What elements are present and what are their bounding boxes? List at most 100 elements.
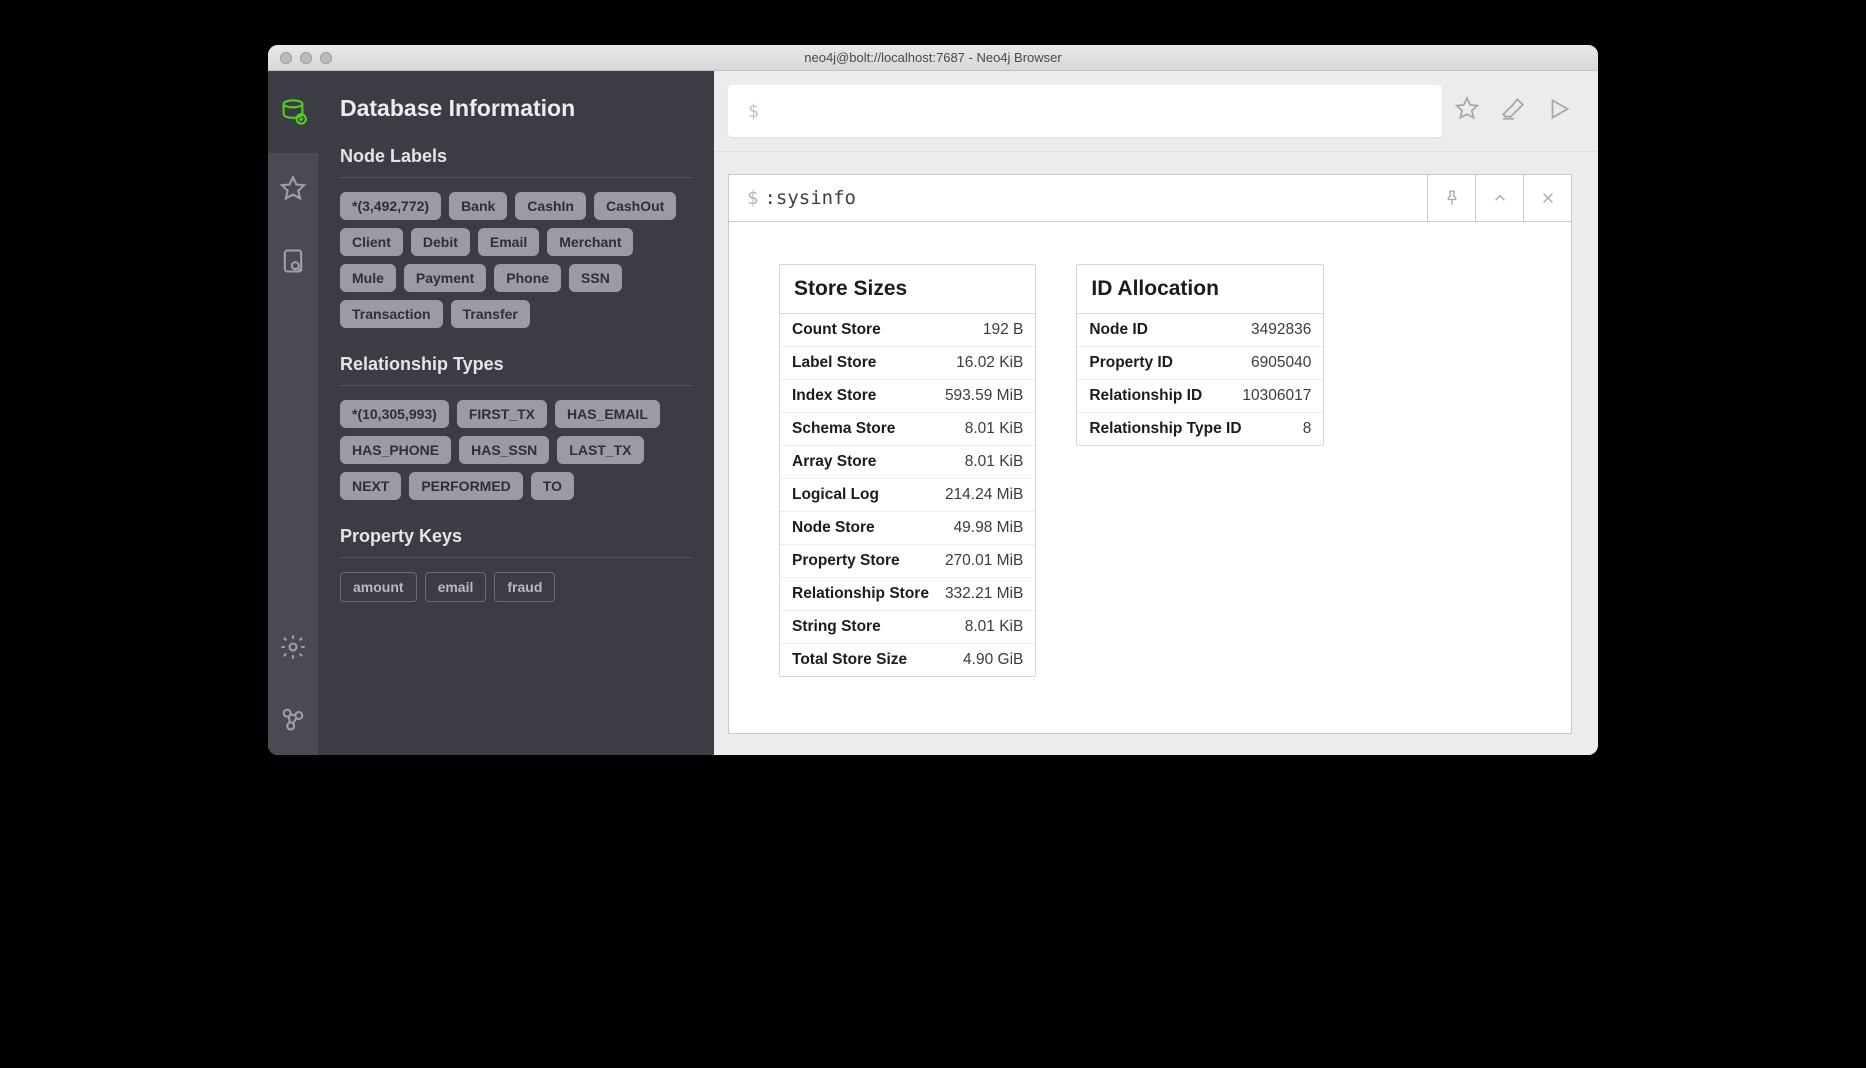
row-value: 8.01 KiB bbox=[959, 413, 1036, 445]
gear-icon bbox=[279, 633, 307, 661]
section-property-keys: Property Keys amount emailfraud bbox=[340, 526, 692, 602]
row-value: 49.98 MiB bbox=[948, 512, 1036, 544]
result-card: $ :sysinfo bbox=[728, 174, 1572, 734]
row-key: Relationship Type ID bbox=[1077, 413, 1296, 445]
section-heading: Property Keys bbox=[340, 526, 692, 547]
section-node-labels: Node Labels *(3,492,772) Bank CashIn CashOu… bbox=[340, 146, 692, 328]
row-key: Node Store bbox=[780, 512, 948, 544]
prompt-symbol: $ bbox=[747, 187, 758, 209]
node-label-pill[interactable]: CashIn bbox=[515, 192, 586, 220]
command-text: :sysinfo bbox=[764, 187, 856, 209]
table-row: Total Store Size4.90 GiB bbox=[780, 644, 1035, 676]
rel-type-pill[interactable]: TO bbox=[531, 472, 574, 500]
collapse-button[interactable] bbox=[1475, 175, 1523, 221]
node-label-pill[interactable]: Mule bbox=[340, 264, 396, 292]
node-labels-pills: *(3,492,772) Bank CashIn CashOut Client Debit… bbox=[340, 192, 692, 328]
rel-type-pill[interactable]: LAST_TX bbox=[557, 436, 643, 464]
rel-type-pill[interactable]: HAS_EMAIL bbox=[555, 400, 660, 428]
nav-settings[interactable] bbox=[268, 611, 318, 683]
row-key: Property Store bbox=[780, 545, 939, 577]
nav-favorites[interactable] bbox=[268, 153, 318, 225]
row-value: 8.01 KiB bbox=[959, 446, 1036, 478]
row-key: Logical Log bbox=[780, 479, 939, 511]
result-command: $ :sysinfo bbox=[729, 175, 1427, 221]
row-value: 332.21 MiB bbox=[939, 578, 1035, 610]
section-heading: Node Labels bbox=[340, 146, 692, 167]
node-label-pill[interactable]: SSN bbox=[569, 264, 622, 292]
row-value: 214.24 MiB bbox=[939, 479, 1035, 511]
row-key: Total Store Size bbox=[780, 644, 957, 676]
play-icon bbox=[1546, 96, 1572, 122]
node-label-pill[interactable]: Bank bbox=[449, 192, 507, 220]
pin-button[interactable] bbox=[1427, 175, 1475, 221]
table-row: Array Store8.01 KiB bbox=[780, 446, 1035, 479]
run-button[interactable] bbox=[1546, 96, 1572, 127]
rel-type-pill[interactable]: HAS_SSN bbox=[459, 436, 549, 464]
table-heading: Store Sizes bbox=[780, 265, 1035, 314]
node-label-pill[interactable]: Transaction bbox=[340, 300, 443, 328]
row-key: Schema Store bbox=[780, 413, 959, 445]
eraser-icon bbox=[1500, 96, 1526, 122]
node-label-pill[interactable]: Email bbox=[478, 228, 539, 256]
icon-sidebar bbox=[268, 71, 318, 755]
table-row: Property ID6905040 bbox=[1077, 347, 1323, 380]
row-key: Index Store bbox=[780, 380, 939, 412]
row-key: Property ID bbox=[1077, 347, 1245, 379]
row-value: 6905040 bbox=[1245, 347, 1323, 379]
row-key: Node ID bbox=[1077, 314, 1245, 346]
result-card-body: Store Sizes Count Store192 BLabel Store1… bbox=[729, 222, 1571, 733]
row-key: String Store bbox=[780, 611, 959, 643]
row-value: 270.01 MiB bbox=[939, 545, 1035, 577]
result-card-header: $ :sysinfo bbox=[729, 175, 1571, 222]
row-key: Relationship ID bbox=[1077, 380, 1236, 412]
chevron-up-icon bbox=[1491, 189, 1509, 207]
rel-type-pill[interactable]: FIRST_TX bbox=[457, 400, 547, 428]
titlebar: neo4j@bolt://localhost:7687 - Neo4j Brow… bbox=[268, 45, 1598, 71]
window-title: neo4j@bolt://localhost:7687 - Neo4j Brow… bbox=[268, 50, 1598, 65]
row-value: 8 bbox=[1297, 413, 1324, 445]
property-key-pill[interactable]: fraud bbox=[494, 572, 555, 602]
node-label-pill[interactable]: Payment bbox=[404, 264, 486, 292]
rel-type-pill[interactable]: *(10,305,993) bbox=[340, 400, 449, 428]
favorite-button[interactable] bbox=[1454, 96, 1480, 127]
node-label-pill[interactable]: Client bbox=[340, 228, 403, 256]
node-label-pill[interactable]: CashOut bbox=[594, 192, 676, 220]
main-area: $ $:sy bbox=[714, 71, 1598, 755]
table-row: Schema Store8.01 KiB bbox=[780, 413, 1035, 446]
row-value: 593.59 MiB bbox=[939, 380, 1035, 412]
star-icon bbox=[1454, 96, 1480, 122]
document-search-icon bbox=[279, 247, 307, 275]
table-row: Property Store270.01 MiB bbox=[780, 545, 1035, 578]
row-key: Array Store bbox=[780, 446, 959, 478]
nav-documents[interactable] bbox=[268, 225, 318, 297]
cypher-editor[interactable]: $ bbox=[728, 85, 1442, 137]
app-window: neo4j@bolt://localhost:7687 - Neo4j Brow… bbox=[268, 45, 1598, 755]
rel-type-pill[interactable]: PERFORMED bbox=[409, 472, 522, 500]
nav-database[interactable] bbox=[268, 71, 318, 153]
rel-type-pill[interactable]: HAS_PHONE bbox=[340, 436, 451, 464]
graph-icon bbox=[279, 705, 307, 733]
nav-about[interactable] bbox=[268, 683, 318, 755]
node-label-pill[interactable]: Transfer bbox=[451, 300, 530, 328]
editor-prompt: $ bbox=[748, 101, 759, 122]
property-key-pill[interactable]: amount bbox=[340, 572, 417, 602]
property-key-pill[interactable]: email bbox=[425, 572, 487, 602]
results-area: $ :sysinfo bbox=[714, 152, 1598, 755]
table-row: Node ID3492836 bbox=[1077, 314, 1323, 347]
table-heading: ID Allocation bbox=[1077, 265, 1323, 314]
row-value: 3492836 bbox=[1245, 314, 1323, 346]
close-button[interactable] bbox=[1523, 175, 1571, 221]
node-label-pill[interactable]: Phone bbox=[494, 264, 561, 292]
row-key: Count Store bbox=[780, 314, 977, 346]
section-heading: Relationship Types bbox=[340, 354, 692, 375]
node-label-pill[interactable]: *(3,492,772) bbox=[340, 192, 441, 220]
node-label-pill[interactable]: Merchant bbox=[547, 228, 633, 256]
rel-type-pill[interactable]: NEXT bbox=[340, 472, 401, 500]
node-label-pill[interactable]: Debit bbox=[411, 228, 470, 256]
pin-icon bbox=[1443, 189, 1461, 207]
row-value: 4.90 GiB bbox=[957, 644, 1035, 676]
table-row: String Store8.01 KiB bbox=[780, 611, 1035, 644]
table-row: Logical Log214.24 MiB bbox=[780, 479, 1035, 512]
table-row: Relationship Type ID8 bbox=[1077, 413, 1323, 445]
clear-button[interactable] bbox=[1500, 96, 1526, 127]
